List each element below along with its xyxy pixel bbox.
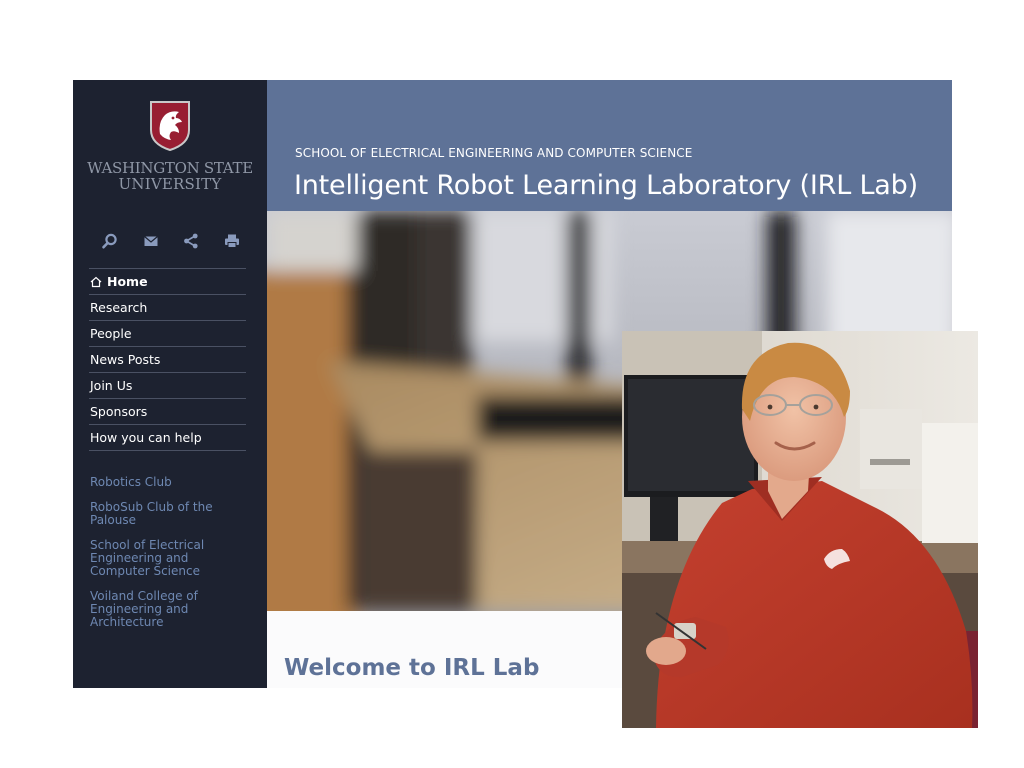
nav-item-home[interactable]: Home: [89, 269, 246, 295]
print-icon[interactable]: [223, 232, 241, 250]
nav-item-label: Sponsors: [90, 404, 148, 419]
school-name[interactable]: SCHOOL OF ELECTRICAL ENGINEERING AND COM…: [295, 146, 692, 160]
email-icon[interactable]: [142, 232, 160, 250]
university-logo[interactable]: WASHINGTON STATE UNIVERSITY: [73, 100, 267, 192]
nav-item-join-us[interactable]: Join Us: [89, 373, 246, 399]
wsu-cougar-shield-icon: [150, 101, 190, 152]
portrait-photo: [622, 331, 978, 728]
link-voiland-college[interactable]: Voiland College of Engineering and Archi…: [90, 590, 250, 629]
related-links: Robotics Club RoboSub Club of the Palous…: [90, 476, 250, 641]
welcome-heading: Welcome to IRL Lab: [284, 655, 540, 681]
nav-item-label: Home: [107, 274, 148, 289]
university-name-line2: UNIVERSITY: [118, 175, 222, 193]
nav-item-research[interactable]: Research: [89, 295, 246, 321]
university-name-line1: WASHINGTON STATE: [87, 159, 253, 177]
nav-item-sponsors[interactable]: Sponsors: [89, 399, 246, 425]
link-robosub-club[interactable]: RoboSub Club of the Palouse: [90, 501, 250, 527]
content-area: Welcome to IRL Lab: [267, 611, 627, 688]
home-icon: [90, 276, 102, 288]
page-title[interactable]: Intelligent Robot Learning Laboratory (I…: [294, 170, 918, 201]
nav-item-label: How you can help: [90, 430, 202, 445]
nav-item-label: People: [90, 326, 132, 341]
nav-item-people[interactable]: People: [89, 321, 246, 347]
link-school-eecs[interactable]: School of Electrical Engineering and Com…: [90, 539, 250, 578]
sidebar: WASHINGTON STATE UNIVERSITY Home Researc…: [73, 80, 267, 688]
share-icon[interactable]: [182, 232, 200, 250]
utility-toolbar: [101, 232, 241, 250]
nav-item-label: Research: [90, 300, 148, 315]
search-icon[interactable]: [101, 232, 119, 250]
site-header: SCHOOL OF ELECTRICAL ENGINEERING AND COM…: [267, 80, 952, 211]
main-navigation: Home Research People News Posts Join Us …: [89, 268, 246, 451]
nav-item-how-you-can-help[interactable]: How you can help: [89, 425, 246, 451]
nav-item-news-posts[interactable]: News Posts: [89, 347, 246, 373]
link-robotics-club[interactable]: Robotics Club: [90, 476, 250, 489]
nav-item-label: Join Us: [90, 378, 133, 393]
nav-item-label: News Posts: [90, 352, 161, 367]
